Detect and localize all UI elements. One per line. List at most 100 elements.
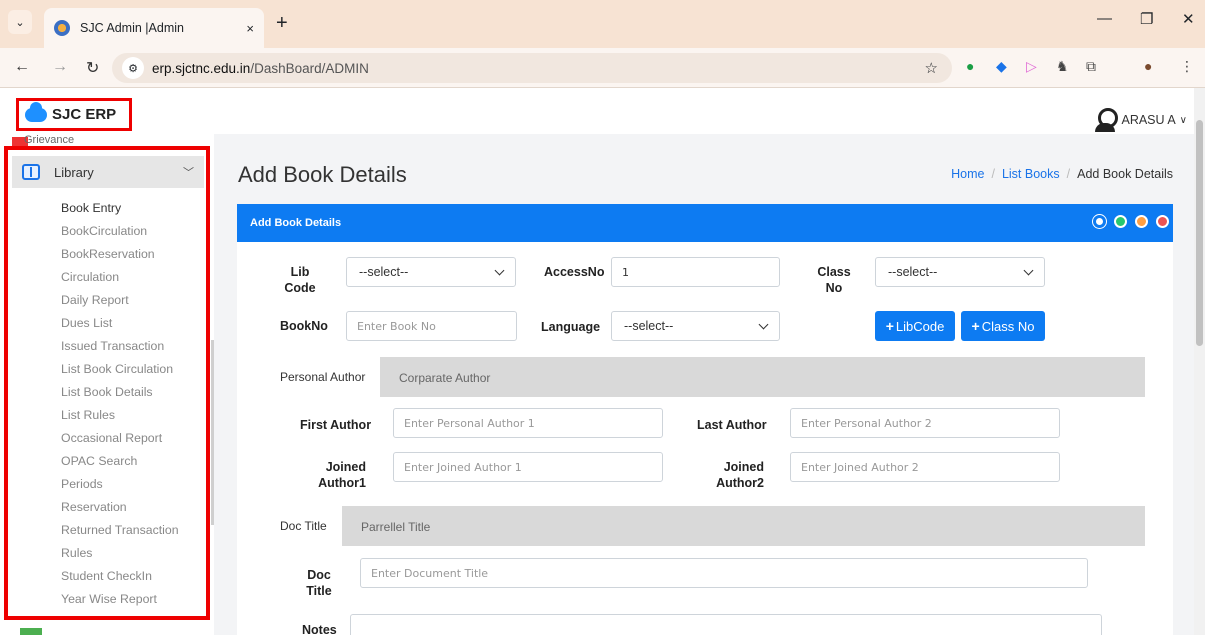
collapse-icon[interactable] [1135, 215, 1148, 228]
language-select[interactable]: --select-- [611, 311, 780, 341]
tab-search-icon[interactable]: ⌄ [8, 10, 32, 34]
book-no-input[interactable]: Enter Book No [346, 311, 517, 341]
plus-icon: + [885, 318, 894, 334]
chevron-down-icon [494, 265, 505, 276]
url-path: /DashBoard/ADMIN [250, 60, 369, 76]
tab-corporate-author[interactable]: Corparate Author [399, 371, 490, 385]
first-author-input[interactable]: Enter Personal Author 1 [393, 408, 663, 438]
scrollbar-thumb[interactable] [1196, 120, 1203, 346]
add-libcode-button[interactable]: + LibCode [875, 311, 955, 341]
brand-name: SJC ERP [52, 106, 117, 123]
sidebar-section-label: Library [54, 164, 94, 180]
access-no-input[interactable]: 1 [611, 257, 780, 287]
browser-tab[interactable]: SJC Admin |Admin × [44, 8, 264, 48]
sidebar-item-list-rules[interactable]: List Rules [61, 404, 179, 427]
user-menu[interactable]: ARASU A ∨ [1095, 108, 1187, 132]
library-submenu: Book Entry BookCirculation BookReservati… [61, 197, 179, 611]
sidebar-item-library[interactable]: Library ﹀ [12, 156, 204, 188]
book-icon [22, 164, 40, 180]
chevron-down-icon: ﹀ [183, 167, 194, 179]
url-bar[interactable]: ⚙ erp.sjctnc.edu.in/DashBoard/ADMIN ☆ [112, 53, 952, 83]
extension-icon[interactable]: ♞ [1056, 58, 1069, 75]
breadcrumb-home[interactable]: Home [951, 167, 984, 181]
chevron-down-icon: ∨ [1179, 114, 1187, 126]
sidebar-item-returned-transaction[interactable]: Returned Transaction [61, 519, 179, 542]
expand-icon[interactable] [1093, 215, 1106, 228]
sidebar-item-dues-list[interactable]: Dues List [61, 312, 179, 335]
sidebar-item-bookreservation[interactable]: BookReservation [61, 243, 179, 266]
sidebar-item-rules[interactable]: Rules [61, 542, 179, 565]
add-class-no-button[interactable]: + Class No [961, 311, 1045, 341]
class-no-label: Class No [817, 265, 851, 295]
sidebar-item-reservation[interactable]: Reservation [61, 496, 179, 519]
joined-author2-input[interactable]: Enter Joined Author 2 [790, 452, 1060, 482]
breadcrumb-list-books[interactable]: List Books [1002, 167, 1060, 181]
bookmark-star-icon[interactable]: ☆ [925, 59, 938, 77]
joined-author1-label: Joined Author1 [318, 460, 366, 490]
author-tabstrip [266, 357, 1145, 397]
first-author-label: First Author [300, 418, 372, 432]
brand-logo[interactable]: SJC ERP [16, 98, 132, 131]
access-no-label: AccessNo [544, 265, 605, 279]
page-scrollbar[interactable] [1194, 88, 1205, 635]
card-tools [1093, 215, 1169, 228]
sidebar-item-list-book-circulation[interactable]: List Book Circulation [61, 358, 179, 381]
joined-author1-input[interactable]: Enter Joined Author 1 [393, 452, 663, 482]
page-title: Add Book Details [238, 162, 407, 187]
tab-parallel-title[interactable]: Parrellel Title [361, 520, 430, 534]
chevron-down-icon [758, 319, 769, 330]
close-window-button[interactable]: ✕ [1182, 10, 1195, 28]
browser-tab-bar: ⌄ SJC Admin |Admin × + — ❐ ✕ [0, 0, 1205, 48]
restore-button[interactable]: ❐ [1140, 10, 1153, 28]
joined-author2-label: Joined Author2 [716, 460, 764, 490]
forward-icon[interactable]: → [52, 58, 68, 76]
class-no-select[interactable]: --select-- [875, 257, 1045, 287]
tab-close-icon[interactable]: × [246, 21, 254, 36]
tab-doc-title[interactable]: Doc Title [266, 506, 342, 546]
tab-personal-author[interactable]: Personal Author [266, 357, 380, 397]
sidebar-item-opac-search[interactable]: OPAC Search [61, 450, 179, 473]
url-host: erp.sjctnc.edu.in [152, 60, 251, 76]
sidebar-item-daily-report[interactable]: Daily Report [61, 289, 179, 312]
sidebar-item-year-wise-report[interactable]: Year Wise Report [61, 588, 179, 611]
sidebar-item-book-entry[interactable]: Book Entry [61, 197, 179, 220]
sidebar-item-student-checkin[interactable]: Student CheckIn [61, 565, 179, 588]
language-label: Language [541, 320, 601, 334]
new-tab-button[interactable]: + [276, 12, 288, 35]
back-icon[interactable]: ← [14, 58, 30, 76]
site-favicon-icon [54, 20, 70, 36]
extension-icon[interactable]: ▷ [1026, 58, 1037, 75]
sidebar-item-occasional-report[interactable]: Occasional Report [61, 427, 179, 450]
sidebar-item-circulation[interactable]: Circulation [61, 266, 179, 289]
last-author-label: Last Author [697, 418, 767, 432]
sidebar-item-issued-transaction[interactable]: Issued Transaction [61, 335, 179, 358]
browser-menu-icon[interactable]: ⋮ [1180, 58, 1194, 75]
sidebar-item-periods[interactable]: Periods [61, 473, 179, 496]
grammarly-extension-icon[interactable]: ● [966, 58, 974, 74]
user-name: ARASU A [1121, 113, 1176, 127]
next-section-icon [20, 628, 42, 635]
last-author-input[interactable]: Enter Personal Author 2 [790, 408, 1060, 438]
reload-icon[interactable]: ↻ [86, 58, 99, 78]
plus-icon: + [971, 318, 980, 334]
minimize-button[interactable]: — [1097, 10, 1112, 27]
profile-avatar[interactable]: ● [1144, 58, 1152, 74]
app-header [0, 88, 1205, 134]
notes-textarea[interactable] [350, 614, 1102, 635]
notes-label: Notes [302, 623, 337, 635]
doc-title-input[interactable]: Enter Document Title [360, 558, 1088, 588]
cloud-icon [25, 101, 47, 122]
sidebar-item-grievance[interactable]: Grievance [24, 134, 74, 146]
site-info-icon[interactable]: ⚙ [122, 57, 144, 79]
refresh-icon[interactable] [1114, 215, 1127, 228]
breadcrumb: Home / List Books / Add Book Details [951, 167, 1173, 181]
extensions-puzzle-icon[interactable]: ⧉ [1086, 58, 1096, 75]
sidebar-item-bookcirculation[interactable]: BookCirculation [61, 220, 179, 243]
sidebar-item-list-book-details[interactable]: List Book Details [61, 381, 179, 404]
user-avatar-icon [1095, 108, 1119, 132]
tab-title: SJC Admin |Admin [80, 21, 184, 35]
extension-icon[interactable]: ◆ [996, 58, 1007, 75]
doc-title-label: Doc Title [306, 568, 332, 598]
remove-icon[interactable] [1156, 215, 1169, 228]
lib-code-select[interactable]: --select-- [346, 257, 516, 287]
